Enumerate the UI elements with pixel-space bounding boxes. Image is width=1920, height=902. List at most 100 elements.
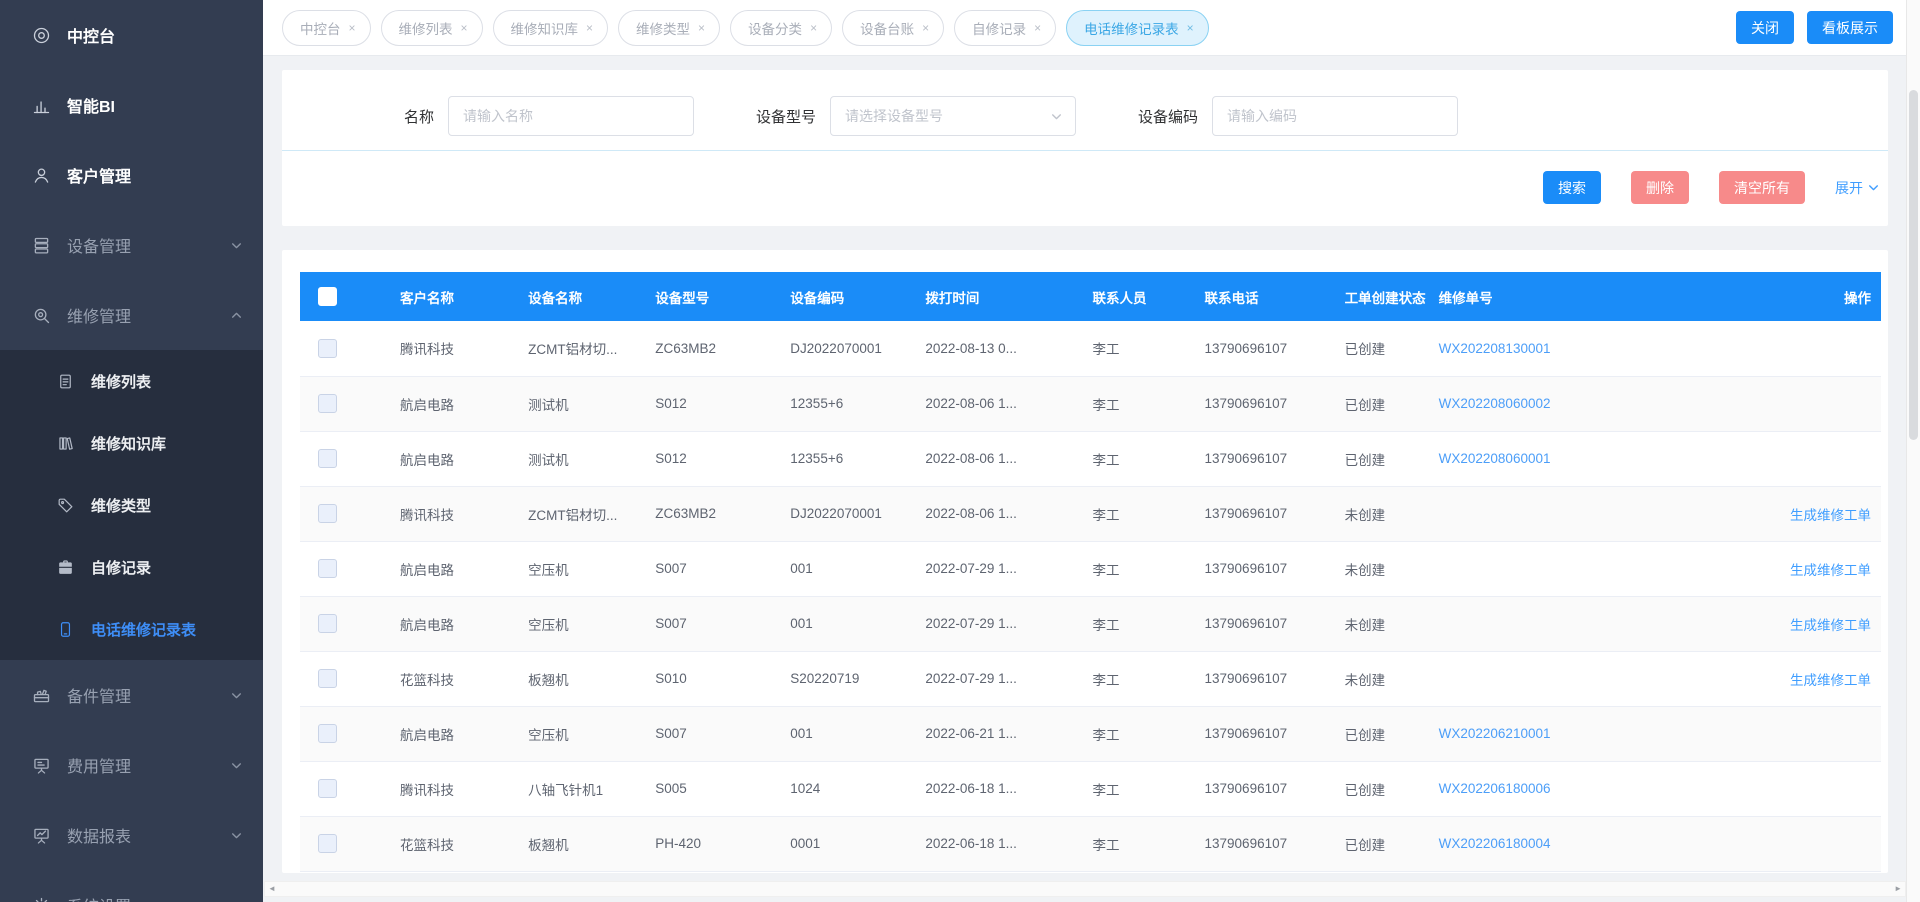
repair-order-link[interactable]: WX202208130001	[1439, 341, 1551, 356]
repair-order-link[interactable]: WX202208060002	[1439, 396, 1551, 411]
sidebar-item[interactable]: 维修管理	[0, 280, 263, 350]
table-row: 航启电路 测试机 S012 12355+6 2022-08-06 1... 李工…	[300, 431, 1881, 486]
generate-repair-order-link[interactable]: 生成维修工单	[1790, 618, 1871, 633]
chevron-down-icon	[1867, 181, 1880, 194]
code-input[interactable]	[1212, 96, 1458, 136]
scroll-left-icon[interactable]: ◄	[268, 885, 276, 893]
sidebar-subitem[interactable]: 维修知识库	[0, 412, 263, 474]
search-form: 名称 设备型号 请选择设备型号 设备编码	[282, 70, 1888, 136]
tab[interactable]: 自修记录 ×	[954, 10, 1056, 46]
cell-device-model: ZC63MB2	[647, 321, 782, 376]
col-actions: 操作	[1681, 272, 1881, 321]
clear-all-button[interactable]: 清空所有	[1719, 171, 1805, 204]
tab-close-icon[interactable]: ×	[349, 22, 356, 34]
tab[interactable]: 设备台账 ×	[842, 10, 944, 46]
tab[interactable]: 中控台 ×	[282, 10, 371, 46]
vertical-scrollbar[interactable]	[1906, 0, 1920, 902]
repair-order-link[interactable]: WX202206210001	[1439, 726, 1551, 741]
close-button[interactable]: 关闭	[1736, 11, 1794, 44]
cell-customer-name: 花篮科技	[392, 651, 520, 706]
cell-contact-phone: 13790696107	[1197, 706, 1337, 761]
cell-device-code: 0001	[782, 816, 917, 871]
tab[interactable]: 电话维修记录表 ×	[1066, 10, 1209, 46]
cell-call-time: 2022-08-13 0...	[917, 321, 1084, 376]
tab-bar: 中控台 × 维修列表 × 维修知识库 × 维修类型 ×	[263, 0, 1906, 56]
model-select[interactable]: 请选择设备型号	[830, 96, 1076, 136]
row-checkbox[interactable]	[318, 724, 337, 743]
row-checkbox[interactable]	[318, 669, 337, 688]
repair-search-icon	[30, 304, 52, 326]
sidebar-subitem[interactable]: 电话维修记录表	[0, 598, 263, 660]
horizontal-scrollbar[interactable]: ◄ ►	[264, 881, 1906, 897]
tab-label: 维修列表	[399, 18, 453, 38]
generate-repair-order-link[interactable]: 生成维修工单	[1790, 508, 1871, 523]
sidebar-subitem[interactable]: 自修记录	[0, 536, 263, 598]
cell-call-time: 2022-07-29 1...	[917, 651, 1084, 706]
tab-close-icon[interactable]: ×	[1187, 22, 1194, 34]
chevron-down-icon	[230, 759, 243, 772]
tab-close-icon[interactable]: ×	[698, 22, 705, 34]
row-checkbox[interactable]	[318, 504, 337, 523]
cell-device-name: 空压机	[520, 706, 647, 761]
repair-order-link[interactable]: WX202208060001	[1439, 451, 1551, 466]
row-checkbox[interactable]	[318, 394, 337, 413]
row-checkbox[interactable]	[318, 614, 337, 633]
tab[interactable]: 设备分类 ×	[730, 10, 832, 46]
tab[interactable]: 维修类型 ×	[618, 10, 720, 46]
scroll-right-icon[interactable]: ►	[1894, 885, 1902, 893]
row-checkbox[interactable]	[318, 779, 337, 798]
sidebar-item[interactable]: 数据报表	[0, 800, 263, 870]
cell-customer-name: 花篮科技	[392, 816, 520, 871]
delete-button[interactable]: 删除	[1631, 171, 1689, 204]
tab-close-icon[interactable]: ×	[922, 22, 929, 34]
table-header-row: 客户名称 设备名称 设备型号 设备编码 拨打时间 联系人员 联系电话 工单创建状…	[300, 272, 1881, 321]
sidebar-item[interactable]: 中控台	[0, 0, 263, 70]
sidebar-item[interactable]: 设备管理	[0, 210, 263, 280]
vertical-scrollbar-thumb[interactable]	[1909, 90, 1918, 440]
cell-device-name: 板翘机	[520, 651, 647, 706]
devices-icon	[30, 234, 52, 256]
search-button[interactable]: 搜索	[1543, 171, 1601, 204]
tab-close-icon[interactable]: ×	[810, 22, 817, 34]
sidebar-item[interactable]: 备件管理	[0, 660, 263, 730]
row-checkbox[interactable]	[318, 339, 337, 358]
sidebar-subitem[interactable]: 维修类型	[0, 474, 263, 536]
expand-toggle[interactable]: 展开	[1835, 178, 1880, 198]
generate-repair-order-link[interactable]: 生成维修工单	[1790, 563, 1871, 578]
cell-device-model: S012	[647, 376, 782, 431]
tab-close-icon[interactable]: ×	[586, 22, 593, 34]
row-checkbox[interactable]	[318, 834, 337, 853]
tab-close-icon[interactable]: ×	[1034, 22, 1041, 34]
cell-contact-phone: 13790696107	[1197, 541, 1337, 596]
sidebar-item[interactable]: 客户管理	[0, 140, 263, 210]
row-checkbox[interactable]	[318, 449, 337, 468]
cell-order-status: 已创建	[1337, 431, 1431, 486]
table-row: 花篮科技 板翘机 S010 S20220719 2022-07-29 1... …	[300, 651, 1881, 706]
repair-order-link[interactable]: WX202206180004	[1439, 836, 1551, 851]
select-all-checkbox[interactable]	[318, 287, 337, 306]
cell-customer-name: 腾讯科技	[392, 321, 520, 376]
code-form-item: 设备编码	[1138, 96, 1458, 136]
sidebar-item[interactable]: 系统设置	[0, 870, 263, 902]
row-checkbox[interactable]	[318, 559, 337, 578]
board-display-button[interactable]: 看板展示	[1807, 11, 1893, 44]
briefcase-icon	[56, 558, 75, 577]
tab[interactable]: 维修知识库 ×	[493, 10, 609, 46]
cell-device-code: DJ2022070001	[782, 486, 917, 541]
repair-order-link[interactable]: WX202206180006	[1439, 781, 1551, 796]
tab[interactable]: 维修列表 ×	[381, 10, 483, 46]
cell-device-model: S007	[647, 706, 782, 761]
sidebar-item[interactable]: 费用管理	[0, 730, 263, 800]
tab-close-icon[interactable]: ×	[461, 22, 468, 34]
name-input[interactable]	[448, 96, 694, 136]
table-row: 航启电路 测试机 S012 12355+6 2022-08-06 1... 李工…	[300, 376, 1881, 431]
cell-customer-name: 航启电路	[392, 431, 520, 486]
cell-device-name: ZCMT铝材切...	[520, 321, 647, 376]
generate-repair-order-link[interactable]: 生成维修工单	[1790, 673, 1871, 688]
sidebar-item[interactable]: 智能BI	[0, 70, 263, 140]
cell-contact-phone: 13790696107	[1197, 596, 1337, 651]
cell-call-time: 2022-08-06 1...	[917, 431, 1084, 486]
sidebar: 中控台 智能BI 客户管理 设备管理 维修管理	[0, 0, 263, 902]
sidebar-subitem[interactable]: 维修列表	[0, 350, 263, 412]
cell-order-status: 未创建	[1337, 596, 1431, 651]
